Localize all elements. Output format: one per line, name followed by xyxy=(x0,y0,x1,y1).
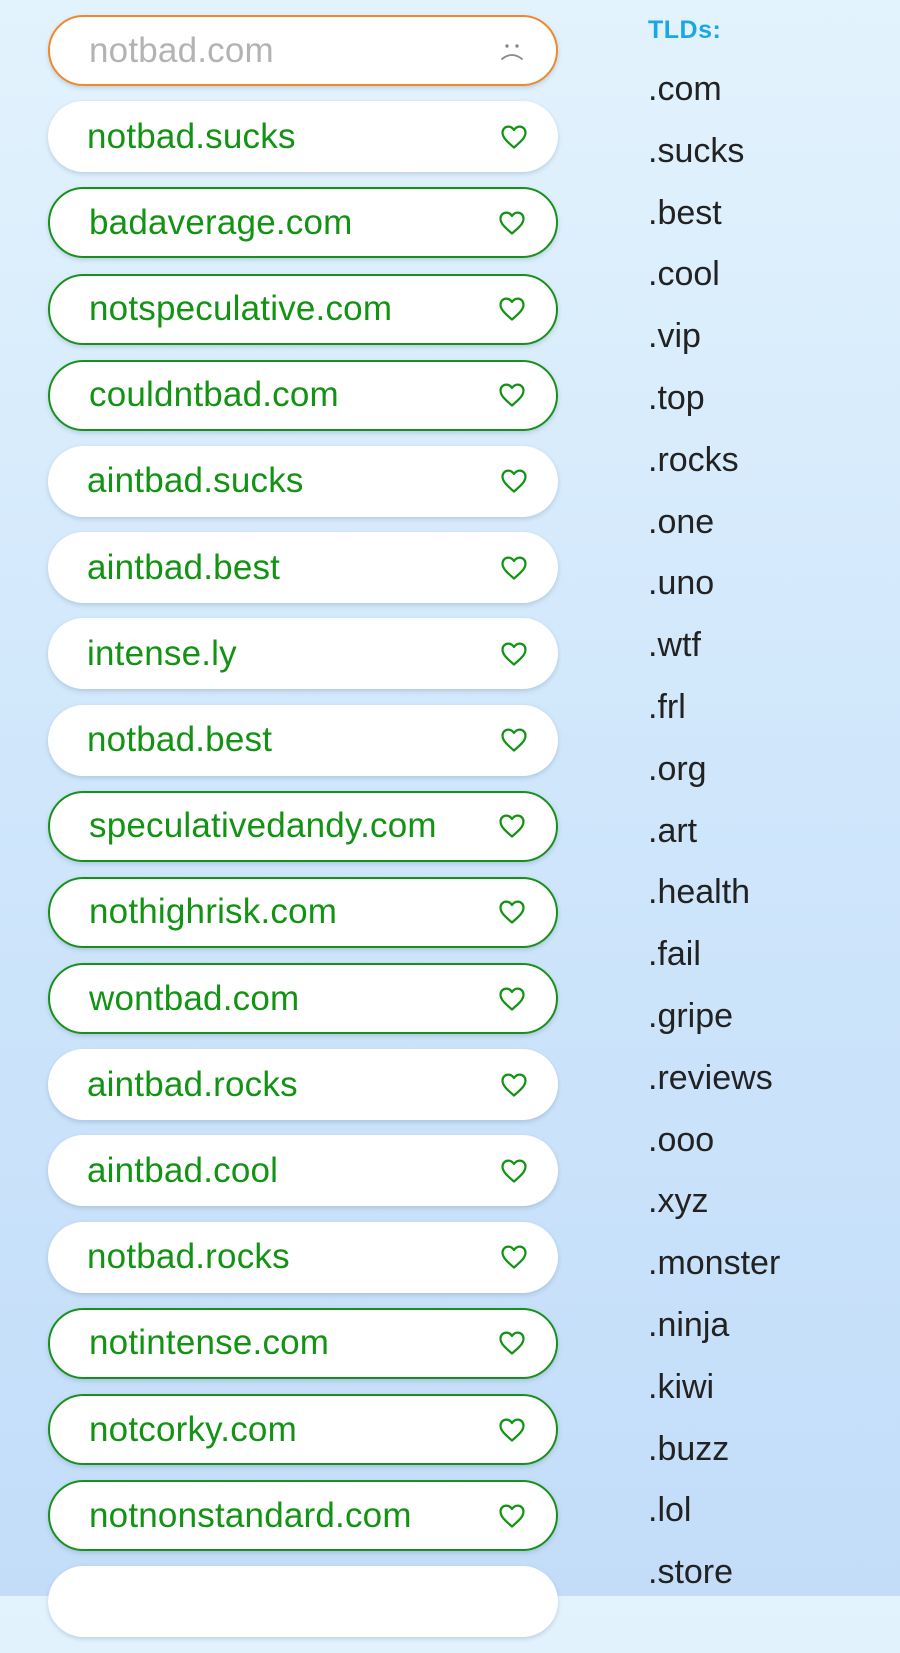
tld-item[interactable]: .wtf xyxy=(648,615,888,677)
domain-suggestion-name: badaverage.com xyxy=(89,202,353,242)
domain-suggestion-name: notintense.com xyxy=(89,1323,330,1363)
heart-icon[interactable] xyxy=(500,1243,528,1271)
domain-suggestion-item[interactable]: notcorky.com xyxy=(48,1394,558,1465)
heart-icon[interactable] xyxy=(500,726,528,754)
domain-suggestion-name: notspeculative.com xyxy=(89,289,393,329)
tld-item[interactable]: .xyz xyxy=(648,1171,888,1233)
domain-suggestion-name: wontbad.com xyxy=(89,978,300,1018)
tld-list: .com .sucks .best .cool .vip .top .rocks .one .u… xyxy=(648,59,888,1604)
domain-suggestion-item[interactable]: wontbad.com xyxy=(48,963,558,1035)
sad-face-icon xyxy=(498,37,526,65)
heart-icon[interactable] xyxy=(498,898,526,926)
domain-suggestion-item[interactable]: aintbad.sucks xyxy=(48,445,558,517)
domain-suggestion-item[interactable]: notbad.sucks xyxy=(48,101,558,173)
tld-item[interactable]: .health xyxy=(648,862,888,924)
tld-item[interactable]: .org xyxy=(648,739,888,801)
tld-item[interactable]: .ooo xyxy=(648,1110,888,1172)
domain-suggestion-item[interactable]: couldntbad.com xyxy=(48,359,558,431)
heart-icon[interactable] xyxy=(500,467,528,495)
domain-suggestion-item[interactable]: notnonstandard.com xyxy=(48,1480,558,1552)
domain-suggestion-name: aintbad.cool xyxy=(87,1150,279,1190)
domain-suggestion-item[interactable] xyxy=(48,1566,558,1638)
tld-item[interactable]: .fail xyxy=(648,924,888,986)
domain-suggestion-item[interactable]: intense.ly xyxy=(48,618,558,690)
heart-icon[interactable] xyxy=(500,640,528,668)
search-result-taken[interactable]: notbad.com xyxy=(48,15,558,86)
tld-item[interactable]: .rocks xyxy=(648,430,888,492)
heart-icon[interactable] xyxy=(498,1502,526,1530)
tld-item[interactable]: .top xyxy=(648,368,888,430)
domain-suggestion-item[interactable]: speculativedandy.com xyxy=(48,790,558,862)
domain-suggestion-item[interactable]: aintbad.best xyxy=(48,532,558,604)
tld-item[interactable]: .gripe xyxy=(648,986,888,1048)
tld-item[interactable]: .kiwi xyxy=(648,1357,888,1419)
domain-suggestion-name: couldntbad.com xyxy=(89,375,339,415)
domain-suggestion-name: notbad.best xyxy=(87,720,273,759)
tld-panel: TLDs: .com .sucks .best .cool .vip .top .rocks… xyxy=(648,12,888,1604)
heart-icon[interactable] xyxy=(498,381,526,409)
domain-suggestion-name: aintbad.rocks xyxy=(87,1064,298,1104)
domain-suggestion-name: notcorky.com xyxy=(89,1409,297,1449)
tld-item[interactable]: .sucks xyxy=(648,121,888,183)
domain-suggestion-name: intense.ly xyxy=(87,633,237,673)
heart-icon[interactable] xyxy=(498,295,526,323)
domain-suggestion-name: notbad.sucks xyxy=(87,116,296,156)
tld-item[interactable]: .cool xyxy=(648,244,888,306)
domain-suggestion-item[interactable]: notbad.rocks xyxy=(48,1221,558,1293)
domain-suggestion-name: notnonstandard.com xyxy=(89,1495,412,1535)
heart-icon[interactable] xyxy=(500,554,528,582)
tld-item[interactable]: .monster xyxy=(648,1233,888,1295)
tld-item[interactable]: .reviews xyxy=(648,1048,888,1110)
tld-item[interactable]: .one xyxy=(648,492,888,554)
heart-icon[interactable] xyxy=(498,209,526,237)
tld-item[interactable]: .frl xyxy=(648,677,888,739)
heart-icon[interactable] xyxy=(498,1329,526,1357)
tld-item[interactable]: .best xyxy=(648,183,888,245)
tld-item[interactable]: .buzz xyxy=(648,1419,888,1481)
search-result-domain: notbad.com xyxy=(89,30,274,70)
heart-icon[interactable] xyxy=(498,1416,526,1444)
tld-panel-title: TLDs: xyxy=(648,16,722,44)
domain-suggestion-item[interactable]: aintbad.rocks xyxy=(48,1049,558,1121)
tld-item[interactable]: .store xyxy=(648,1542,888,1604)
domain-suggestion-item[interactable]: notspeculative.com xyxy=(48,273,558,345)
domain-suggestion-item[interactable]: nothighrisk.com xyxy=(48,876,558,948)
domain-suggestion-name: aintbad.sucks xyxy=(87,461,304,501)
domain-suggestion-item[interactable]: notbad.best xyxy=(48,704,558,776)
tld-item[interactable]: .uno xyxy=(648,553,888,615)
domain-suggestion-name: notbad.rocks xyxy=(87,1237,290,1277)
heart-icon[interactable] xyxy=(500,1157,528,1185)
tld-item[interactable]: .ninja xyxy=(648,1295,888,1357)
domain-suggestion-name: aintbad.best xyxy=(87,547,281,587)
tld-item[interactable]: .com xyxy=(648,59,888,121)
heart-icon[interactable] xyxy=(500,1071,528,1099)
tld-item[interactable]: .art xyxy=(648,801,888,863)
tld-item[interactable]: .lol xyxy=(648,1480,888,1542)
domain-suggestion-item[interactable]: aintbad.cool xyxy=(48,1135,558,1207)
domain-suggestion-item[interactable]: notintense.com xyxy=(48,1307,558,1379)
domain-suggestion-name: speculativedandy.com xyxy=(89,806,437,846)
domain-results-list: notbad.com notbad.sucks badaverage.com not… xyxy=(48,15,558,1653)
heart-icon[interactable] xyxy=(498,812,526,840)
domain-suggestion-item[interactable]: badaverage.com xyxy=(48,187,558,259)
heart-icon[interactable] xyxy=(500,123,528,151)
domain-suggestion-name: nothighrisk.com xyxy=(89,892,338,932)
tld-item[interactable]: .vip xyxy=(648,306,888,368)
heart-icon[interactable] xyxy=(498,985,526,1013)
